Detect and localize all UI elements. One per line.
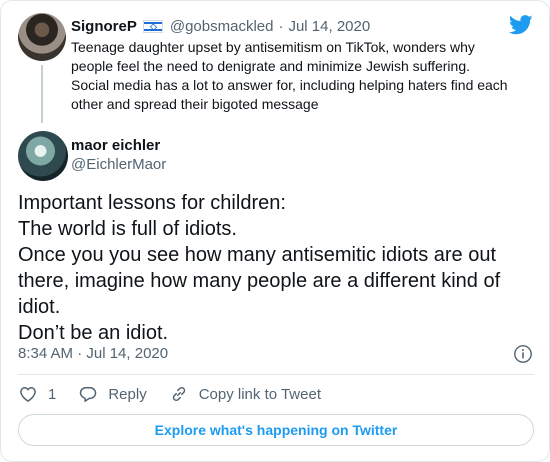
explore-twitter-button[interactable]: Explore what's happening on Twitter	[18, 414, 534, 446]
israel-flag-icon	[142, 19, 163, 33]
twitter-bird-icon[interactable]	[509, 15, 533, 35]
reply-button[interactable]: Reply	[78, 384, 147, 404]
parent-tweet-header: SignoreP @gobsmackled · Jul 14, 2020	[71, 16, 370, 36]
header-separator: ·	[278, 17, 284, 35]
main-tweet-text: Important lessons for children: The worl…	[18, 190, 533, 346]
like-count: 1	[48, 385, 57, 403]
tweet-line: Important lessons for children:	[18, 192, 286, 214]
tweet-line: The world is full of idiots.	[18, 218, 237, 240]
like-button[interactable]: 1	[18, 384, 56, 404]
heart-icon	[20, 387, 36, 402]
parent-tweet-date[interactable]: Jul 14, 2020	[288, 18, 370, 35]
tweet-embed-card: SignoreP @gobsmackled · Jul 14, 2020 Tee…	[0, 0, 550, 462]
reply-icon	[80, 387, 97, 402]
parent-author-name[interactable]: SignoreP	[71, 18, 137, 35]
tweet-timestamp[interactable]: 8:34 AM · Jul 14, 2020	[18, 345, 168, 362]
tweet-actions-bar: 1 Reply Copy link to Tweet	[18, 383, 343, 405]
main-author-handle[interactable]: @EichlerMaor	[71, 156, 166, 173]
copy-link-label: Copy link to Tweet	[198, 385, 321, 403]
link-icon	[172, 386, 185, 402]
main-author-avatar[interactable]	[18, 131, 68, 181]
parent-tweet-text: Teenage daughter upset by antisemitism o…	[71, 39, 508, 112]
tweet-line: Once you you see how many antisemitic id…	[18, 244, 501, 318]
reply-label: Reply	[108, 385, 147, 403]
divider	[18, 374, 534, 375]
parent-author-handle[interactable]: @gobsmackled	[170, 18, 274, 35]
tweet-line: Don’t be an idiot.	[18, 322, 169, 344]
parent-author-avatar[interactable]	[18, 13, 66, 61]
thread-connector-line	[41, 65, 43, 123]
main-author-name[interactable]: maor eichler	[71, 137, 160, 154]
copy-link-button[interactable]: Copy link to Tweet	[169, 384, 321, 404]
info-icon[interactable]	[513, 344, 533, 364]
